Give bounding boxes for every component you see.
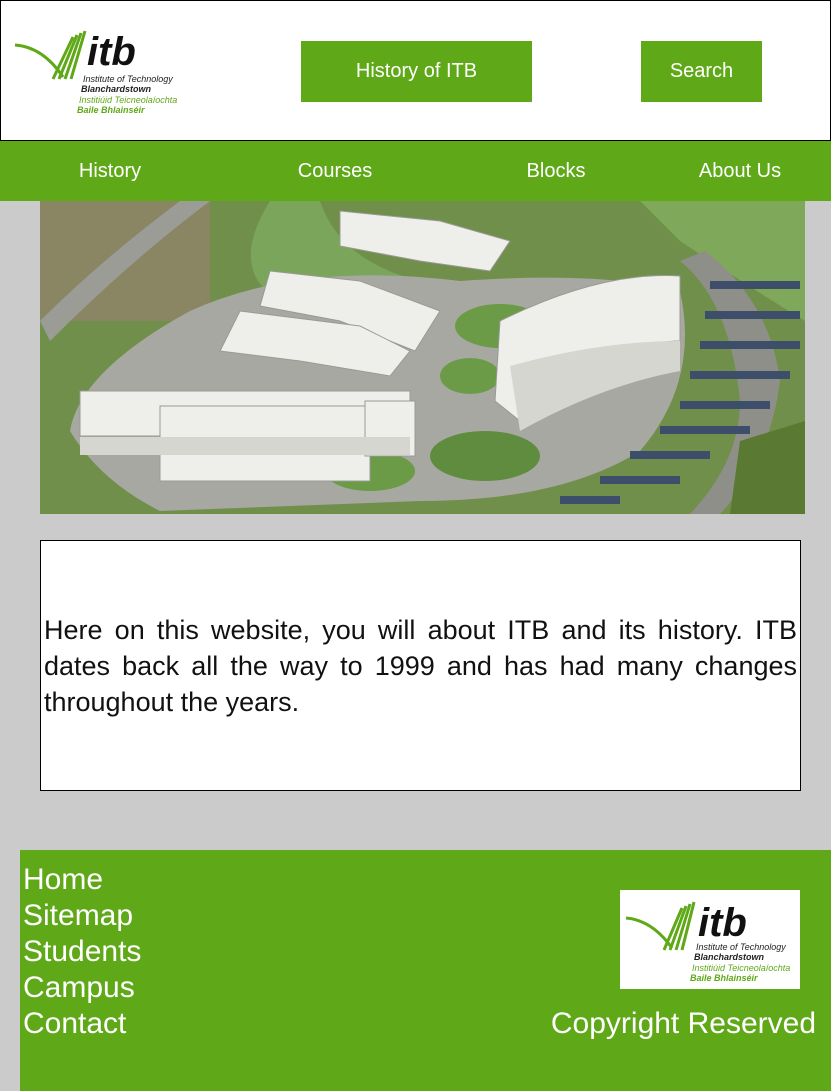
intro-paragraph: Here on this website, you will about ITB… — [44, 614, 797, 717]
itb-logo[interactable]: itb Institute of Technology Blanchardsto… — [13, 27, 183, 117]
nav-item-blocks[interactable]: Blocks — [486, 141, 626, 201]
nav-item-about-us[interactable]: About Us — [670, 141, 810, 201]
nav-item-courses[interactable]: Courses — [265, 141, 405, 201]
campus-aerial-photo — [40, 201, 805, 514]
footer-itb-logo: itb Institute of Technology Blanchardsto… — [620, 890, 800, 989]
svg-text:Institute of Technology: Institute of Technology — [696, 942, 786, 952]
copyright-text: Copyright Reserved — [550, 1007, 816, 1040]
footer-link-home[interactable]: Home — [23, 862, 141, 898]
svg-text:itb: itb — [698, 901, 747, 945]
svg-text:Blanchardstown: Blanchardstown — [81, 84, 152, 94]
svg-text:Baile Bhlainséir: Baile Bhlainséir — [77, 105, 145, 115]
site-header: itb Institute of Technology Blanchardsto… — [0, 0, 831, 141]
svg-text:Institiúid Teicneolaíochta: Institiúid Teicneolaíochta — [79, 95, 177, 105]
svg-text:Blanchardstown: Blanchardstown — [694, 952, 765, 962]
svg-text:Institiúid Teicneolaíochta: Institiúid Teicneolaíochta — [692, 963, 790, 973]
footer-link-sitemap[interactable]: Sitemap — [23, 898, 141, 934]
footer-link-campus[interactable]: Campus — [23, 970, 141, 1006]
site-footer: Home Sitemap Students Campus Contact itb… — [20, 850, 831, 1091]
main-nav: History Courses Blocks About Us — [0, 141, 831, 201]
history-of-itb-button[interactable]: History of ITB — [301, 41, 532, 102]
footer-link-students[interactable]: Students — [23, 934, 141, 970]
intro-text-box: Here on this website, you will about ITB… — [40, 540, 801, 791]
svg-text:Baile Bhlainséir: Baile Bhlainséir — [690, 973, 758, 983]
footer-links: Home Sitemap Students Campus Contact — [23, 862, 141, 1042]
footer-link-contact[interactable]: Contact — [23, 1006, 141, 1042]
nav-item-history[interactable]: History — [40, 141, 180, 201]
svg-text:Institute of Technology: Institute of Technology — [83, 74, 173, 84]
svg-text:itb: itb — [87, 30, 136, 74]
search-button[interactable]: Search — [641, 41, 762, 102]
